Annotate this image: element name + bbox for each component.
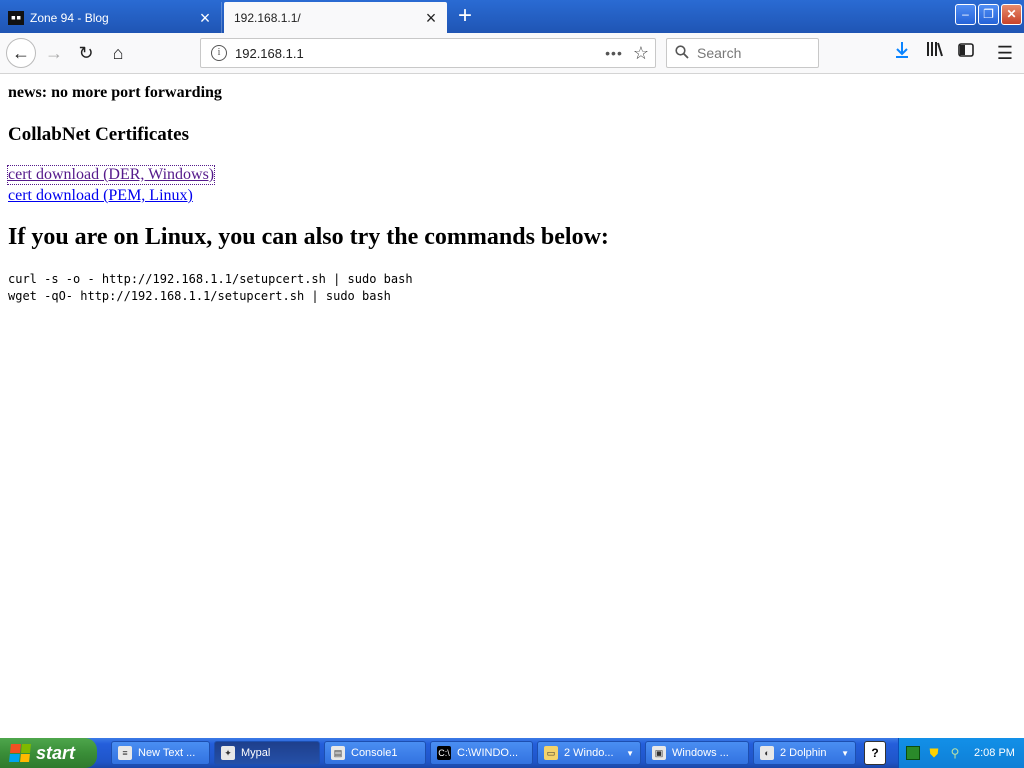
news-text: news: no more port forwarding: [8, 84, 222, 101]
start-label: start: [36, 742, 76, 763]
terminal-favicon-icon: ▪▪: [8, 10, 24, 25]
search-input[interactable]: [695, 44, 809, 62]
tab-title: 192.168.1.1/: [234, 10, 301, 25]
tab-title: Zone 94 - Blog: [30, 10, 109, 25]
page-actions-button[interactable]: •••: [605, 45, 623, 61]
close-tab-icon[interactable]: ×: [423, 9, 439, 27]
site-info-icon[interactable]: i: [211, 45, 227, 61]
hamburger-menu-icon[interactable]: ☰: [991, 39, 1019, 67]
group-dropdown-icon: ▼: [841, 748, 849, 758]
page-content: news: no more port forwarding CollabNet …: [0, 74, 1024, 737]
taskbar-item-console[interactable]: ▤ Console1: [324, 741, 426, 765]
taskbar-item-command-prompt[interactable]: C:\ C:\WINDO...: [430, 741, 533, 765]
taskbar-item-windows[interactable]: ▣ Windows ...: [645, 741, 749, 765]
taskbar-item-label: 2 Windo...: [564, 747, 614, 759]
curl-command: curl -s -o - http://192.168.1.1/setupcer…: [8, 272, 413, 286]
home-button[interactable]: ⌂: [104, 39, 132, 67]
minimize-window-button[interactable]: –: [955, 4, 976, 25]
restore-window-button[interactable]: ❐: [978, 4, 999, 25]
library-button[interactable]: [921, 39, 949, 67]
reload-button[interactable]: ↻: [72, 39, 100, 67]
cert-download-der-link[interactable]: cert download (DER, Windows): [6, 165, 216, 185]
taskbar-item-explorer-group[interactable]: ▭ 2 Windo... ▼: [537, 741, 641, 765]
start-button[interactable]: start: [0, 738, 97, 768]
forward-button[interactable]: →: [40, 39, 68, 67]
dolphin-icon: ◐: [760, 746, 774, 760]
notepad-icon: ≡: [118, 746, 132, 760]
monitor-icon: ▣: [652, 746, 666, 760]
taskbar-item-dolphin-group[interactable]: ◐ 2 Dolphin ▼: [753, 741, 856, 765]
section-title: CollabNet Certificates: [8, 124, 189, 145]
navigation-toolbar: ← → ↻ ⌂ i 192.168.1.1 ••• ☆ ☰: [0, 33, 1024, 74]
tab-zone94-blog[interactable]: ▪▪ Zone 94 - Blog ×: [0, 2, 222, 33]
downloads-button[interactable]: [888, 39, 916, 67]
taskbar-item-label: Windows ...: [672, 747, 729, 759]
network-icon[interactable]: ⚲: [948, 746, 962, 760]
taskbar-item-label: Mypal: [241, 747, 271, 759]
new-tab-button[interactable]: +: [453, 4, 477, 29]
url-text[interactable]: 192.168.1.1: [235, 46, 605, 61]
help-button[interactable]: ?: [864, 741, 886, 765]
tab-router-page[interactable]: 192.168.1.1/ ×: [224, 2, 447, 33]
search-icon: [675, 44, 689, 62]
linux-heading: If you are on Linux, you can also try th…: [8, 224, 609, 250]
bookmark-star-icon[interactable]: ☆: [633, 43, 649, 64]
console-icon: ▤: [331, 746, 345, 760]
security-shield-icon[interactable]: ⛊: [927, 746, 941, 760]
search-bar[interactable]: [666, 38, 819, 68]
taskbar: start ≡ New Text ... ✦ Mypal ▤ Console1 …: [0, 738, 1024, 768]
taskbar-item-label: 2 Dolphin: [780, 747, 827, 759]
taskbar-item-notepad[interactable]: ≡ New Text ...: [111, 741, 210, 765]
close-tab-icon[interactable]: ×: [197, 9, 213, 27]
group-dropdown-icon: ▼: [626, 748, 634, 758]
close-window-button[interactable]: ✕: [1001, 4, 1022, 25]
taskbar-item-mypal[interactable]: ✦ Mypal: [214, 741, 320, 765]
taskbar-item-label: New Text ...: [138, 747, 196, 759]
address-bar[interactable]: i 192.168.1.1 ••• ☆: [200, 38, 656, 68]
mypal-icon: ✦: [221, 746, 235, 760]
cmd-icon: C:\: [437, 746, 451, 760]
taskbar-item-label: C:\WINDO...: [457, 747, 519, 759]
sidebar-toggle-button[interactable]: [952, 39, 980, 67]
windows-logo-icon: [9, 744, 31, 762]
clock[interactable]: 2:08 PM: [974, 747, 1015, 759]
back-button[interactable]: ←: [6, 38, 36, 68]
tab-strip: ▪▪ Zone 94 - Blog × 192.168.1.1/ × + – ❐…: [0, 0, 1024, 33]
wget-command: wget -qO- http://192.168.1.1/setupcert.s…: [8, 289, 391, 303]
folder-icon: ▭: [544, 746, 558, 760]
green-status-icon[interactable]: [906, 746, 920, 760]
system-tray: ⛊ ⚲ 2:08 PM: [898, 738, 1024, 768]
taskbar-item-label: Console1: [351, 747, 398, 759]
cert-download-pem-link[interactable]: cert download (PEM, Linux): [8, 187, 193, 205]
